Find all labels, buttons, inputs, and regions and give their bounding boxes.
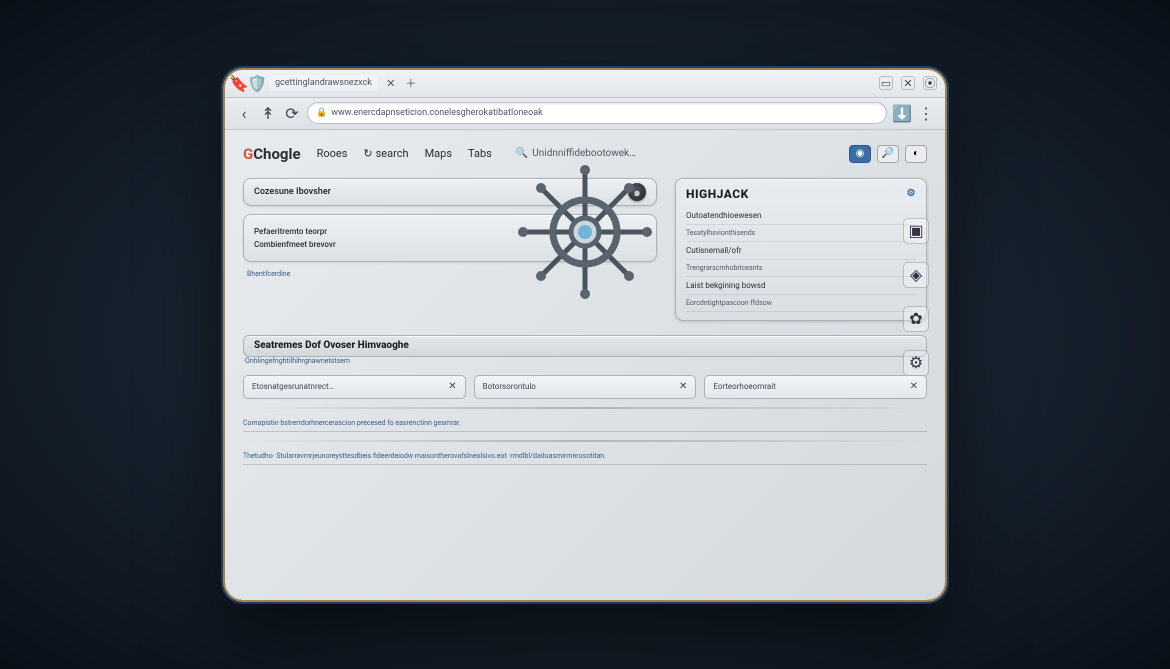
card2-line2: Combienfmeet brevovr bbox=[254, 240, 336, 249]
panel-item[interactable]: Tesatylhsvionthisends bbox=[686, 225, 916, 242]
address-bar[interactable]: 🔒 www.enercdapnseticion.conelesgherokati… bbox=[307, 102, 887, 124]
window-minimize-button[interactable]: ▭ bbox=[879, 76, 893, 90]
body-row: Cozesune Ibovsher ๑ Pefaeritremto teorpr… bbox=[243, 178, 927, 321]
panel-item[interactable]: Eorcdntightpascoon ffdsow bbox=[686, 295, 916, 312]
display-icon[interactable]: ▣ bbox=[903, 218, 929, 244]
tab-strip: 🔖 🛡️ gcettinglandrawsnezxck ✕ ＋ ▭ ✕ ⦿ bbox=[225, 70, 945, 98]
filter-header: Onhlingefnghtilhihrgnawnetstsem bbox=[245, 357, 927, 365]
filter2-text: Botorsorontulo bbox=[483, 382, 536, 391]
package-icon[interactable]: ◈ bbox=[903, 262, 929, 288]
refresh-icon: ↻ bbox=[363, 147, 372, 160]
right-column: HIGHJACK ⚙ Outoatendhioewesen Tesatylhsv… bbox=[675, 178, 927, 321]
left-column: Cozesune Ibovsher ๑ Pefaeritremto teorpr… bbox=[243, 178, 657, 321]
card-combined[interactable]: Pefaeritremto teorpr Combienfmeet brevov… bbox=[243, 214, 657, 262]
address-url: www.enercdapnseticion.conelesgherokatiba… bbox=[331, 108, 542, 118]
nav-maps[interactable]: Maps bbox=[425, 147, 452, 160]
address-row: ‹ ↟ ⟳ 🔒 www.enercdapnseticion.conelesghe… bbox=[225, 98, 945, 130]
filter1-clear[interactable]: ✕ bbox=[448, 381, 456, 392]
filter2-clear[interactable]: ✕ bbox=[679, 381, 687, 392]
new-tab-button[interactable]: ＋ bbox=[404, 76, 418, 90]
window-close-button[interactable]: ✕ bbox=[901, 76, 915, 90]
search-chip-button[interactable]: 🔎 bbox=[877, 145, 899, 163]
panel-title-text: HIGHJACK bbox=[686, 187, 749, 201]
filter-box-2[interactable]: Botorsorontulo ✕ bbox=[474, 375, 697, 399]
window-menu-button[interactable]: ⦿ bbox=[923, 76, 937, 90]
filter3-clear[interactable]: ✕ bbox=[910, 381, 918, 392]
filter-box-1[interactable]: Etosnatgesrunatnrect… ✕ bbox=[243, 375, 466, 399]
tab-title: gcettinglandrawsnezxck bbox=[275, 78, 372, 88]
small-link[interactable]: Bhentfcerdine bbox=[247, 270, 657, 278]
browser-tab[interactable]: gcettinglandrawsnezxck bbox=[269, 75, 378, 91]
lock-icon: 🔒 bbox=[316, 108, 327, 118]
nav-search[interactable]: ↻search bbox=[363, 147, 408, 160]
spiral-icon[interactable]: ๑ bbox=[628, 183, 646, 201]
logo-prefix: G bbox=[243, 145, 253, 163]
filter1-text: Etosnatgesrunatnrect… bbox=[252, 382, 334, 391]
panel-item[interactable]: Laist bekgining bowsd bbox=[686, 277, 916, 295]
tab-close-button[interactable]: ✕ bbox=[384, 76, 398, 90]
panel-item[interactable]: Trengrarscrnhobriceants bbox=[686, 260, 916, 277]
footer-note-2: Thetudho· Stularravrnrjeunoreysttesdbeis… bbox=[243, 452, 927, 465]
footer-note-1: Comapistin bstrerrdorhnercerascion prece… bbox=[243, 419, 927, 432]
download-button[interactable]: ⬇️ bbox=[893, 104, 911, 122]
page-content: GChogle Rooes ↻search Maps Tabs 🔍 Unidnn… bbox=[225, 130, 945, 600]
card1-label: Cozesune Ibovsher bbox=[254, 187, 331, 197]
card-cozesune[interactable]: Cozesune Ibovsher ๑ bbox=[243, 178, 657, 206]
section-title-text: Seatremes dof ovoser himvaoghe bbox=[254, 340, 409, 351]
site-search-placeholder: Unidnniffidebootowek… bbox=[532, 148, 636, 159]
site-logo[interactable]: GChogle bbox=[243, 145, 301, 163]
profile-button[interactable]: ◐ bbox=[905, 145, 927, 163]
filter3-text: Eorteorhoeornrait bbox=[713, 382, 775, 391]
section-title-bar: Seatremes dof ovoser himvaoghe bbox=[243, 335, 927, 357]
divider bbox=[243, 440, 927, 442]
site-search[interactable]: 🔍 Unidnniffidebootowek… bbox=[516, 148, 636, 159]
card2-line1: Pefaeritremto teorpr bbox=[254, 227, 327, 236]
search-icon: 🔍 bbox=[516, 148, 528, 159]
nav-rooes[interactable]: Rooes bbox=[317, 147, 348, 160]
reload-button[interactable]: ⟳ bbox=[283, 104, 301, 122]
site-nav: GChogle Rooes ↻search Maps Tabs 🔍 Unidnn… bbox=[243, 140, 927, 168]
panel-item[interactable]: Cutisnemall/ofr bbox=[686, 242, 916, 260]
divider bbox=[243, 407, 927, 409]
leaf-icon[interactable]: ✿ bbox=[903, 306, 929, 332]
gear-icon[interactable]: ⚙ bbox=[903, 350, 929, 376]
logo-rest: Chogle bbox=[253, 145, 300, 163]
browser-window: 🔖 🛡️ gcettinglandrawsnezxck ✕ ＋ ▭ ✕ ⦿ ‹ … bbox=[225, 70, 945, 600]
panel-side-icons: ▣ ◈ ✿ ⚙ bbox=[903, 218, 929, 376]
nav-tabs[interactable]: Tabs bbox=[468, 147, 492, 160]
camera-button[interactable]: ◉ bbox=[849, 145, 871, 163]
filters-row: Etosnatgesrunatnrect… ✕ Botorsorontulo ✕… bbox=[243, 375, 927, 399]
highjack-panel: HIGHJACK ⚙ Outoatendhioewesen Tesatylhsv… bbox=[675, 178, 927, 321]
panel-item[interactable]: Outoatendhioewesen bbox=[686, 207, 916, 225]
favicon-2: 🛡️ bbox=[251, 77, 263, 89]
filter-box-3[interactable]: Eorteorhoeornrait ✕ bbox=[704, 375, 927, 399]
back-button[interactable]: ‹ bbox=[235, 104, 253, 122]
menu-button[interactable]: ⋮ bbox=[917, 104, 935, 122]
favicon-1: 🔖 bbox=[233, 77, 245, 89]
panel-settings-icon[interactable]: ⚙ bbox=[907, 188, 916, 199]
forward-button[interactable]: ↟ bbox=[259, 104, 277, 122]
